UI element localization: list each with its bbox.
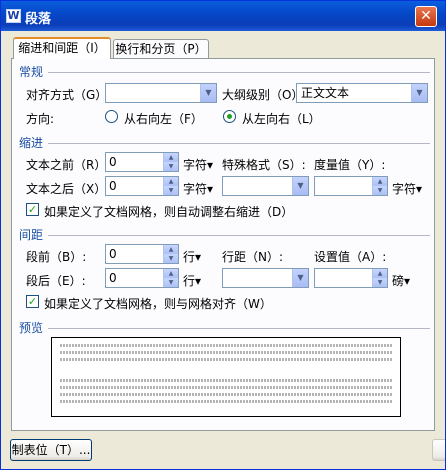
spin-up-icon[interactable]: ▲: [163, 177, 178, 186]
indent-after-unit[interactable]: 字符▾: [183, 180, 213, 197]
space-before-value: 0: [109, 247, 117, 261]
preview-line: [60, 400, 392, 404]
section-preview-label: 预览: [19, 321, 44, 335]
special-format-select[interactable]: ▼: [222, 176, 309, 196]
spin-up-icon[interactable]: ▲: [163, 245, 178, 254]
space-after-stepper[interactable]: 0 ▲ ▼: [105, 268, 179, 288]
line-spacing-label: 行距（N）:: [222, 250, 284, 264]
rtl-label: 从右向左（F）: [124, 112, 203, 126]
space-before-label: 段前（B）:: [26, 250, 87, 264]
indent-after-value: 0: [109, 179, 117, 193]
chevron-down-icon[interactable]: ▼: [411, 84, 427, 102]
direction-label: 方向:: [26, 112, 55, 126]
section-general-label: 常规: [19, 65, 44, 79]
tab-stops-button[interactable]: 制表位（T）...: [10, 439, 92, 461]
snap-to-grid-checkbox[interactable]: ✓: [26, 295, 39, 308]
preview-line: [60, 386, 392, 390]
measure-stepper[interactable]: ▲ ▼: [314, 176, 388, 196]
tab-indent-spacing[interactable]: 缩进和间距（I）: [13, 37, 111, 59]
spin-up-icon[interactable]: ▲: [372, 269, 387, 278]
indent-after-label: 文本之后（X）:: [26, 182, 111, 196]
outline-level-select[interactable]: 正文文本 ▼: [296, 83, 428, 103]
space-before-stepper[interactable]: 0 ▲ ▼: [105, 244, 179, 264]
close-button[interactable]: ✕: [415, 6, 437, 27]
space-after-value: 0: [109, 271, 117, 285]
indent-before-value: 0: [109, 155, 117, 169]
indent-before-label: 文本之前（R）:: [26, 158, 111, 172]
spin-up-icon[interactable]: ▲: [163, 153, 178, 162]
partially-visible-button[interactable]: [432, 439, 445, 461]
outline-level-label: 大纲级别（O）:: [222, 88, 308, 102]
paragraph-dialog: W 段落 ✕ 缩进和间距（I） 换行和分页（P） 常规 对齐方式（G）: ▼ 大…: [0, 0, 446, 470]
snap-to-grid-label: 如果定义了文档网格，则与网格对齐（W）: [44, 297, 272, 311]
indent-before-stepper[interactable]: 0 ▲ ▼: [105, 152, 179, 172]
alignment-label: 对齐方式（G）:: [26, 88, 112, 102]
space-after-unit[interactable]: 行▾: [183, 272, 201, 289]
special-format-label: 特殊格式（S）:: [222, 158, 306, 172]
spin-down-icon[interactable]: ▼: [163, 254, 178, 263]
space-after-label: 段后（E）:: [26, 274, 86, 288]
section-indent-divider: [48, 143, 430, 144]
wps-writer-icon: W: [6, 9, 21, 23]
preview-line: [60, 358, 392, 362]
preview-line: [60, 379, 392, 383]
title-bar[interactable]: W 段落 ✕: [1, 1, 445, 31]
auto-adjust-right-indent-checkbox[interactable]: ✓: [26, 203, 39, 216]
section-general-divider: [48, 72, 430, 73]
indent-after-stepper[interactable]: 0 ▲ ▼: [105, 176, 179, 196]
spin-down-icon[interactable]: ▼: [163, 186, 178, 195]
measure-label: 度量值（Y）:: [314, 158, 386, 172]
section-preview-divider: [48, 328, 430, 329]
tab-line-page-breaks[interactable]: 换行和分页（P）: [113, 39, 209, 59]
preview-line: [60, 344, 392, 348]
rtl-radio[interactable]: [105, 110, 118, 123]
spin-down-icon[interactable]: ▼: [163, 278, 178, 287]
chevron-down-icon[interactable]: ▼: [292, 177, 308, 195]
outline-level-value: 正文文本: [301, 86, 350, 100]
ltr-label: 从左向右（L）: [242, 112, 321, 126]
preview-line: [60, 351, 392, 355]
auto-adjust-right-indent-label: 如果定义了文档网格，则自动调整右缩进（D）: [44, 205, 294, 219]
line-spacing-select[interactable]: ▼: [222, 268, 309, 288]
setting-value-stepper[interactable]: ▲ ▼: [314, 268, 388, 288]
section-indent-label: 缩进: [19, 136, 44, 150]
tab-indent-spacing-label: 缩进和间距（I）: [18, 41, 106, 55]
dialog-title: 段落: [25, 12, 52, 27]
tab-line-page-breaks-label: 换行和分页（P）: [115, 42, 207, 56]
spin-down-icon[interactable]: ▼: [372, 186, 387, 195]
spin-down-icon[interactable]: ▼: [163, 162, 178, 171]
chevron-down-icon[interactable]: ▼: [200, 84, 216, 102]
spin-up-icon[interactable]: ▲: [372, 177, 387, 186]
preview-line: [60, 393, 392, 397]
chevron-down-icon[interactable]: ▼: [292, 269, 308, 287]
section-spacing-divider: [48, 235, 430, 236]
setting-value-label: 设置值（A）:: [314, 250, 387, 264]
ltr-radio[interactable]: [223, 110, 236, 123]
measure-unit[interactable]: 字符▾: [392, 180, 422, 197]
preview-pane: [51, 337, 401, 417]
section-spacing-label: 间距: [19, 228, 44, 242]
spin-up-icon[interactable]: ▲: [163, 269, 178, 278]
indent-before-unit[interactable]: 字符▾: [183, 156, 213, 173]
alignment-select[interactable]: ▼: [105, 83, 217, 103]
setting-value-unit[interactable]: 磅▾: [392, 272, 410, 289]
spin-down-icon[interactable]: ▼: [372, 278, 387, 287]
space-before-unit[interactable]: 行▾: [183, 248, 201, 265]
